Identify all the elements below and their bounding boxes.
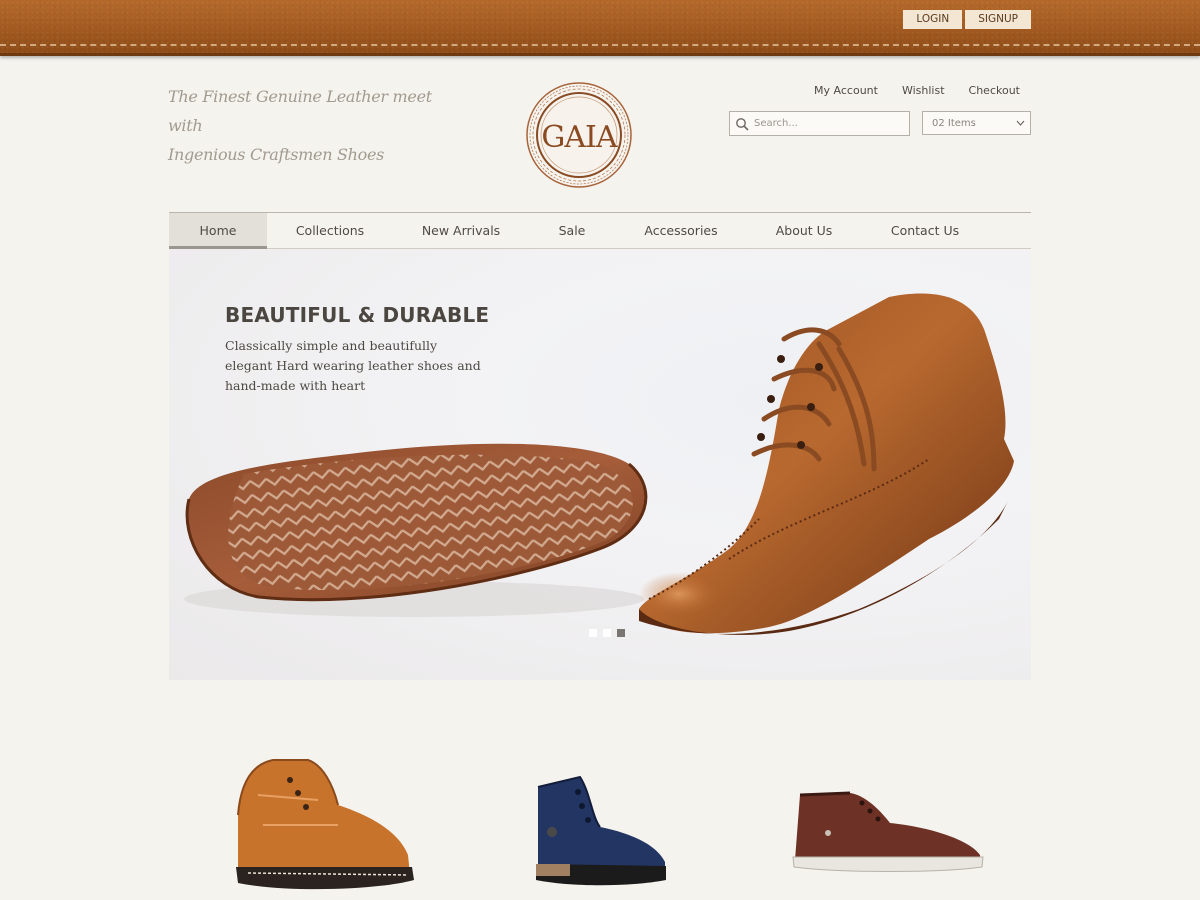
nav-item-about-us[interactable]: About Us [747, 213, 861, 249]
logo-text: GAIA [541, 120, 617, 155]
chevron-down-icon [1016, 120, 1025, 126]
nav-item-accessories[interactable]: Accessories [615, 213, 747, 249]
slider-dot-1[interactable] [589, 629, 597, 637]
auth-buttons: LOGIN SIGNUP [903, 10, 1031, 29]
cart-items-value: 02 Items [932, 117, 976, 129]
tagline-line-2: Ingenious Craftsmen Shoes [168, 145, 385, 164]
nav-item-collections[interactable]: Collections [267, 213, 393, 249]
checkout-link[interactable]: Checkout [969, 84, 1020, 97]
hero-slider[interactable]: BEAUTIFUL & DURABLE Classically simple a… [169, 249, 1031, 680]
product-tan-boot-image[interactable] [228, 755, 418, 900]
stitching [0, 44, 1200, 46]
slider-dot-3[interactable] [617, 629, 625, 637]
product-brown-sneaker-image[interactable] [790, 785, 985, 875]
slider-dot-2[interactable] [603, 629, 611, 637]
product-blue-boot-image[interactable] [530, 772, 670, 887]
search-box [729, 111, 910, 136]
nav-item-contact-us[interactable]: Contact Us [861, 213, 989, 249]
tagline: The Finest Genuine Leather meet with Ing… [168, 82, 448, 169]
nav-item-new-arrivals[interactable]: New Arrivals [393, 213, 529, 249]
hero-title: BEAUTIFUL & DURABLE [225, 303, 490, 327]
top-bar: LOGIN SIGNUP [0, 0, 1200, 56]
my-account-link[interactable]: My Account [814, 84, 878, 97]
slider-pagination [589, 629, 625, 637]
main-nav: Home Collections New Arrivals Sale Acces… [169, 212, 1031, 249]
nav-item-sale[interactable]: Sale [529, 213, 615, 249]
cart-items-select[interactable]: 02 Items [922, 111, 1031, 135]
login-button[interactable]: LOGIN [903, 10, 963, 29]
account-links: My Account Wishlist Checkout [814, 84, 1020, 97]
gaia-logo[interactable]: GAIA [524, 80, 634, 190]
tagline-line-1: The Finest Genuine Leather meet with [168, 87, 432, 135]
signup-button[interactable]: SIGNUP [965, 10, 1031, 29]
search-input[interactable] [754, 118, 904, 129]
hero-description: Classically simple and beautifully elega… [225, 338, 481, 393]
wishlist-link[interactable]: Wishlist [902, 84, 945, 97]
search-icon[interactable] [735, 117, 749, 131]
nav-item-home[interactable]: Home [169, 213, 267, 249]
